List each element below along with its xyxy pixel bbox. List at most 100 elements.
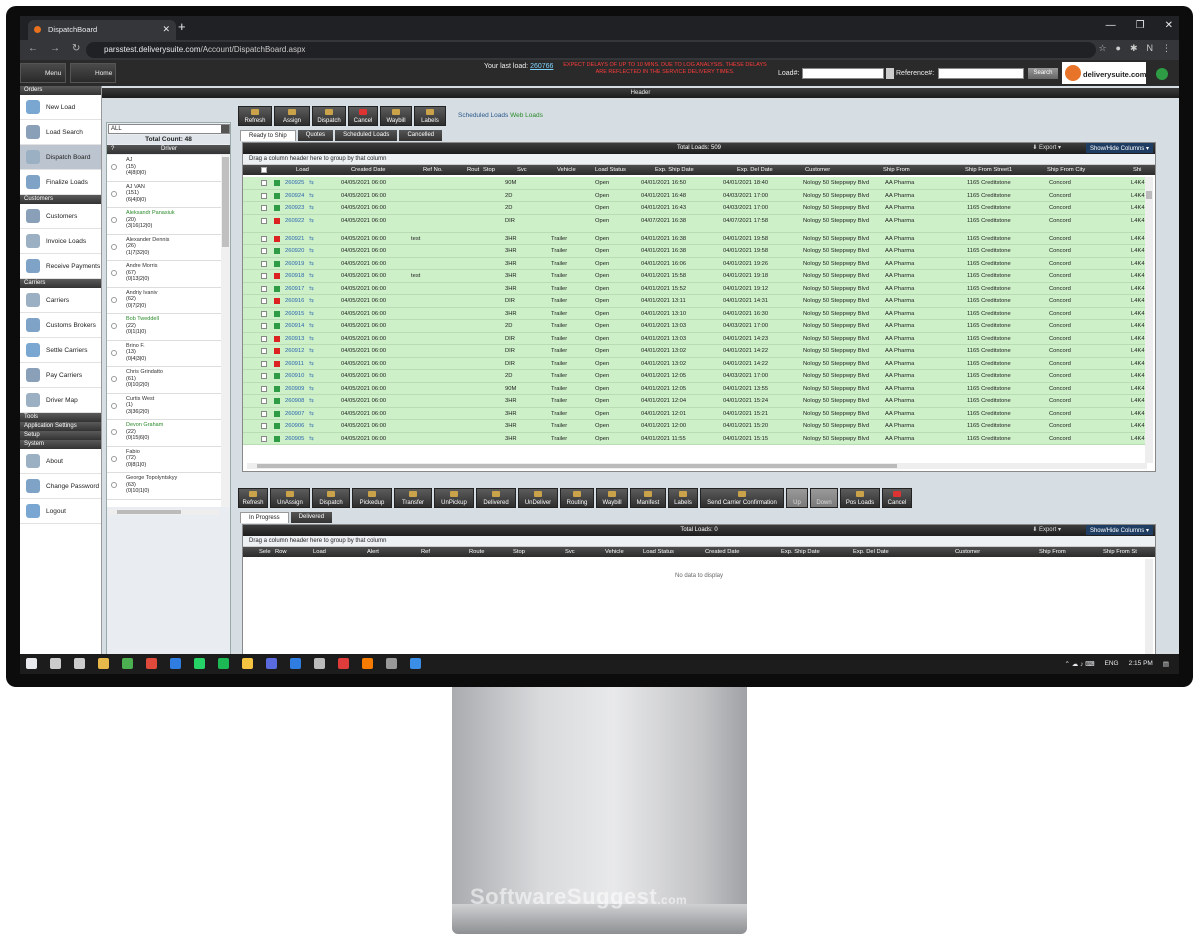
transfer-button-2[interactable]: Transfer — [394, 488, 432, 508]
row-checkbox[interactable] — [261, 385, 267, 392]
hscroll-thumb[interactable] — [117, 510, 181, 514]
nav-item-customers[interactable]: Customers — [20, 204, 101, 229]
more-icon[interactable]: ⋮ — [1162, 43, 1171, 54]
last-load-link[interactable]: 260766 — [530, 63, 553, 70]
col-rout[interactable]: Rout — [467, 167, 479, 173]
map-icon[interactable]: ⇆ — [309, 436, 314, 442]
driver-radio[interactable] — [111, 323, 117, 329]
map-icon[interactable]: ⇆ — [309, 236, 314, 242]
tab-quotes[interactable]: Quotes — [297, 130, 334, 141]
col2-exp-ship-date[interactable]: Exp. Ship Date — [781, 549, 820, 555]
table-row[interactable]: 260922 04/05/2021 06:00 DIR Open 04/07/2021 … — [243, 214, 1145, 233]
dispatch-button[interactable]: Dispatch — [312, 106, 346, 126]
table-row[interactable]: 260914 04/05/2021 06:00 2D Trailer Open 04/01… — [243, 320, 1145, 333]
app-icon[interactable] — [410, 658, 421, 669]
grid-hscrollbar[interactable] — [247, 463, 1147, 469]
close-window-icon[interactable]: ✕ — [1165, 20, 1173, 31]
url-field[interactable]: parsstest.deliverysuite.com/Account/Disp… — [86, 42, 1096, 58]
nav-item-dispatch-board[interactable]: Dispatch Board — [20, 145, 101, 170]
map-icon[interactable]: ⇆ — [309, 373, 314, 379]
sticky-notes-icon[interactable] — [242, 658, 253, 669]
col-ref-no[interactable]: Ref No. — [423, 167, 443, 173]
driver-radio[interactable] — [111, 349, 117, 356]
col-ship-from-city[interactable]: Ship From City — [1047, 167, 1085, 173]
cell-load[interactable]: 260924 — [285, 193, 304, 199]
refresh-button-2[interactable]: Refresh — [238, 488, 268, 508]
gmail-icon[interactable] — [146, 658, 157, 669]
unassign-button-2[interactable]: UnAssign — [270, 488, 310, 508]
notepad-icon[interactable] — [386, 658, 397, 669]
cell-load[interactable]: 260912 — [285, 348, 304, 354]
spotify-icon[interactable] — [218, 658, 229, 669]
col-exp-ship-date[interactable]: Exp. Ship Date — [655, 167, 694, 173]
tab-ready-to-ship[interactable]: Ready to Ship — [240, 130, 296, 141]
col2-stop[interactable]: Stop — [513, 549, 525, 555]
search-button[interactable]: Search — [1028, 68, 1058, 79]
driver-radio[interactable] — [111, 296, 117, 303]
driver-row[interactable]: George Topolyntskyy (63) (0|10|1|0) — [107, 473, 221, 500]
cell-load[interactable]: 260922 — [285, 218, 304, 224]
tab-delivered[interactable]: Delivered — [290, 512, 333, 523]
col-created-date[interactable]: Created Date — [351, 167, 385, 173]
load-number-input[interactable] — [802, 68, 884, 79]
map-icon[interactable]: ⇆ — [309, 248, 314, 254]
map-icon[interactable]: ⇆ — [309, 361, 314, 367]
table-row[interactable]: 260913 04/05/2021 06:00 DIR Trailer Open 04/0… — [243, 332, 1145, 345]
cell-load[interactable]: 260910 — [285, 373, 304, 379]
col2-created-date[interactable]: Created Date — [705, 549, 739, 555]
restore-icon[interactable]: ❐ — [1136, 20, 1145, 31]
nav-item-about[interactable]: About — [20, 449, 101, 474]
tray-icons[interactable]: ⌃ ☁ ♪ ⌨ — [1065, 660, 1095, 668]
table-row[interactable]: 260910 04/05/2021 06:00 2D Trailer Open 04/01… — [243, 370, 1145, 383]
refresh-button[interactable]: Refresh — [238, 106, 272, 126]
col-svc[interactable]: Svc — [517, 167, 527, 173]
grid2-vscrollbar[interactable] — [1145, 559, 1153, 659]
labels-button[interactable]: Labels — [414, 106, 446, 126]
cell-load[interactable]: 260906 — [285, 423, 304, 429]
teams-icon[interactable] — [266, 658, 277, 669]
reload-icon[interactable]: ↻ — [72, 43, 80, 54]
pos-loads-button-2[interactable]: Pos Loads — [840, 488, 880, 508]
driver-radio[interactable] — [111, 164, 117, 170]
cell-load[interactable]: 260916 — [285, 298, 304, 304]
map-icon[interactable]: ⇆ — [309, 180, 314, 186]
cell-load[interactable]: 260915 — [285, 311, 304, 317]
table-row[interactable]: 260906 04/05/2021 06:00 3HR Trailer Open 04/0… — [243, 420, 1145, 433]
map-icon[interactable]: ⇆ — [309, 411, 314, 417]
map-icon[interactable]: ⇆ — [309, 311, 314, 317]
cancel-button-2[interactable]: Cancel — [882, 488, 912, 508]
col-load[interactable]: Load — [296, 167, 309, 173]
driver-row[interactable]: Alexander Dennis (26) (1|7|32|0) — [107, 235, 221, 261]
col-load-status[interactable]: Load Status — [595, 167, 626, 173]
col2-alert[interactable]: Alert — [367, 549, 379, 555]
map-icon[interactable]: ⇆ — [309, 273, 314, 279]
cell-load[interactable]: 260917 — [285, 286, 304, 292]
driver-row[interactable]: AJ (15) (4|8|0|0) — [107, 155, 221, 182]
col-customer[interactable]: Customer — [805, 167, 830, 173]
table-row[interactable]: 260919 04/05/2021 06:00 3HR Trailer Open 04/0… — [243, 257, 1145, 270]
cell-load[interactable]: 260914 — [285, 323, 304, 329]
driver-row[interactable]: Bob Tweddell (22) (0|1|1|0) — [107, 314, 221, 341]
col2-svc[interactable]: Svc — [565, 549, 575, 555]
tab-scheduled-loads[interactable]: Scheduled Loads — [335, 130, 398, 141]
table-row[interactable]: 260908 04/05/2021 06:00 3HR Trailer Open 04/0… — [243, 395, 1145, 408]
driver-radio[interactable] — [111, 376, 117, 382]
driver-radio[interactable] — [111, 243, 117, 250]
driver-row[interactable]: AJ VAN (151) (6|4|0|0) — [107, 182, 221, 208]
cell-load[interactable]: 260919 — [285, 261, 304, 267]
cell-load[interactable]: 260918 — [285, 273, 304, 279]
row-checkbox[interactable] — [261, 205, 267, 211]
chrome-icon[interactable] — [122, 658, 133, 669]
unpickup-button-2[interactable]: UnPickup — [434, 488, 474, 508]
row-checkbox[interactable] — [261, 235, 267, 242]
star-icon[interactable]: ☆ — [1098, 43, 1106, 54]
col2-ship-from[interactable]: Ship From — [1039, 549, 1066, 555]
map-icon[interactable]: ⇆ — [309, 193, 314, 199]
map-icon[interactable]: ⇆ — [309, 205, 314, 211]
new-tab-button[interactable]: + — [178, 19, 186, 34]
nav-item-receive-payments[interactable]: Receive Payments — [20, 254, 101, 279]
export-button[interactable]: ⬇ Export ▾ — [1032, 144, 1061, 151]
row-checkbox[interactable] — [261, 310, 267, 317]
outlook-icon[interactable] — [170, 658, 181, 669]
grid-vscrollbar[interactable] — [1145, 177, 1153, 463]
